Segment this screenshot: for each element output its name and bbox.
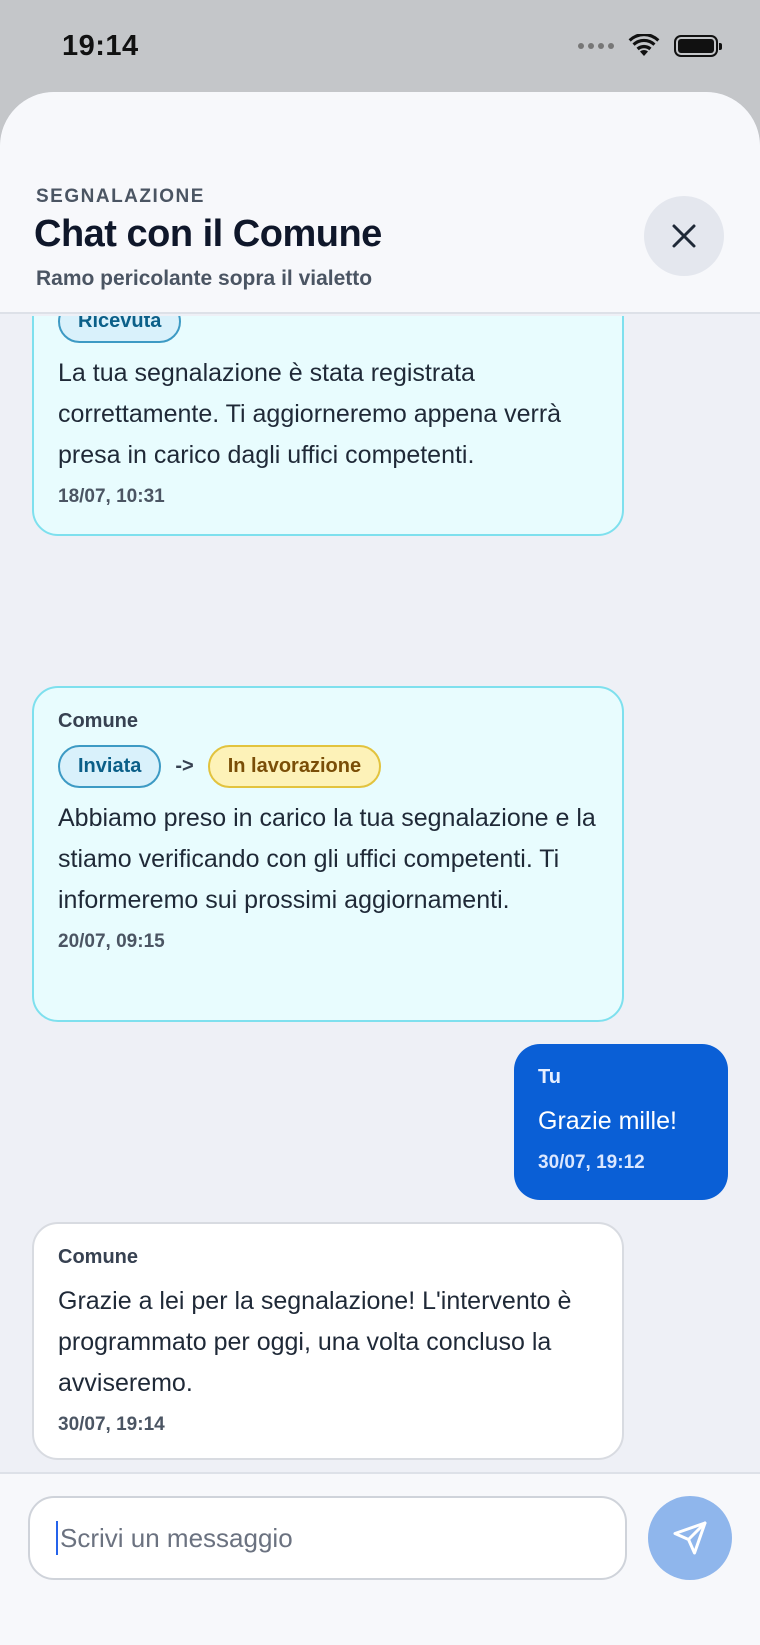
status-badge-from: Inviata [58,745,162,788]
status-time: 19:14 [62,30,139,62]
status-change: Ricevuta [58,316,598,343]
message-input-placeholder: Scrivi un messaggio [60,1522,293,1553]
message-time: 20/07, 09:15 [58,931,165,952]
header-eyebrow: SEGNALAZIONE [36,186,205,207]
message-text: Grazie a lei per la segnalazione! L'inte… [58,1287,572,1397]
status-badge: Ricevuta [58,316,182,343]
message-text: Abbiamo preso in carico la tua segnalazi… [58,804,596,914]
status-icons [578,34,722,58]
message-sender: Comune [58,710,138,732]
status-badge-to: In lavorazione [207,745,382,788]
status-bar: 19:14 [0,0,760,96]
message-sender: Tu [538,1066,561,1088]
send-icon [673,1521,707,1555]
message-sender: Comune [58,1246,138,1268]
send-button[interactable] [648,1496,732,1580]
message-bubble: Ricevuta La tua segnalazione è stata reg… [32,316,624,536]
page-title: Chat con il Comune [34,213,382,255]
battery-icon [674,35,722,57]
close-icon [672,224,696,248]
signal-icon [578,43,614,49]
chat-sheet: SEGNALAZIONE Chat con il Comune Ramo per… [0,92,760,1645]
message-time: 30/07, 19:14 [58,1414,165,1435]
message-time: 30/07, 19:12 [538,1152,645,1173]
status-change: Inviata -> In lavorazione [58,745,598,788]
message-composer: Scrivi un messaggio [0,1472,760,1645]
report-subtitle: Ramo pericolante sopra il vialetto [36,267,373,290]
message-input[interactable]: Scrivi un messaggio [28,1496,627,1580]
wifi-icon [628,34,660,56]
message-bubble: Comune Inviata -> In lavorazione Abbiamo… [32,686,624,1022]
message-time: 18/07, 10:31 [58,486,165,507]
message-bubble-own: Tu Grazie mille! 30/07, 19:12 [514,1044,728,1200]
message-list[interactable]: Ricevuta La tua segnalazione è stata reg… [0,316,760,1466]
status-arrow: -> [175,755,194,777]
message-bubble: Comune Grazie a lei per la segnalazione!… [32,1222,624,1460]
sheet-header: SEGNALAZIONE Chat con il Comune Ramo per… [0,92,760,314]
text-caret [56,1521,58,1555]
message-text: Grazie mille! [538,1107,677,1135]
message-text: La tua segnalazione è stata registrata c… [58,359,562,469]
close-button[interactable] [644,196,724,276]
